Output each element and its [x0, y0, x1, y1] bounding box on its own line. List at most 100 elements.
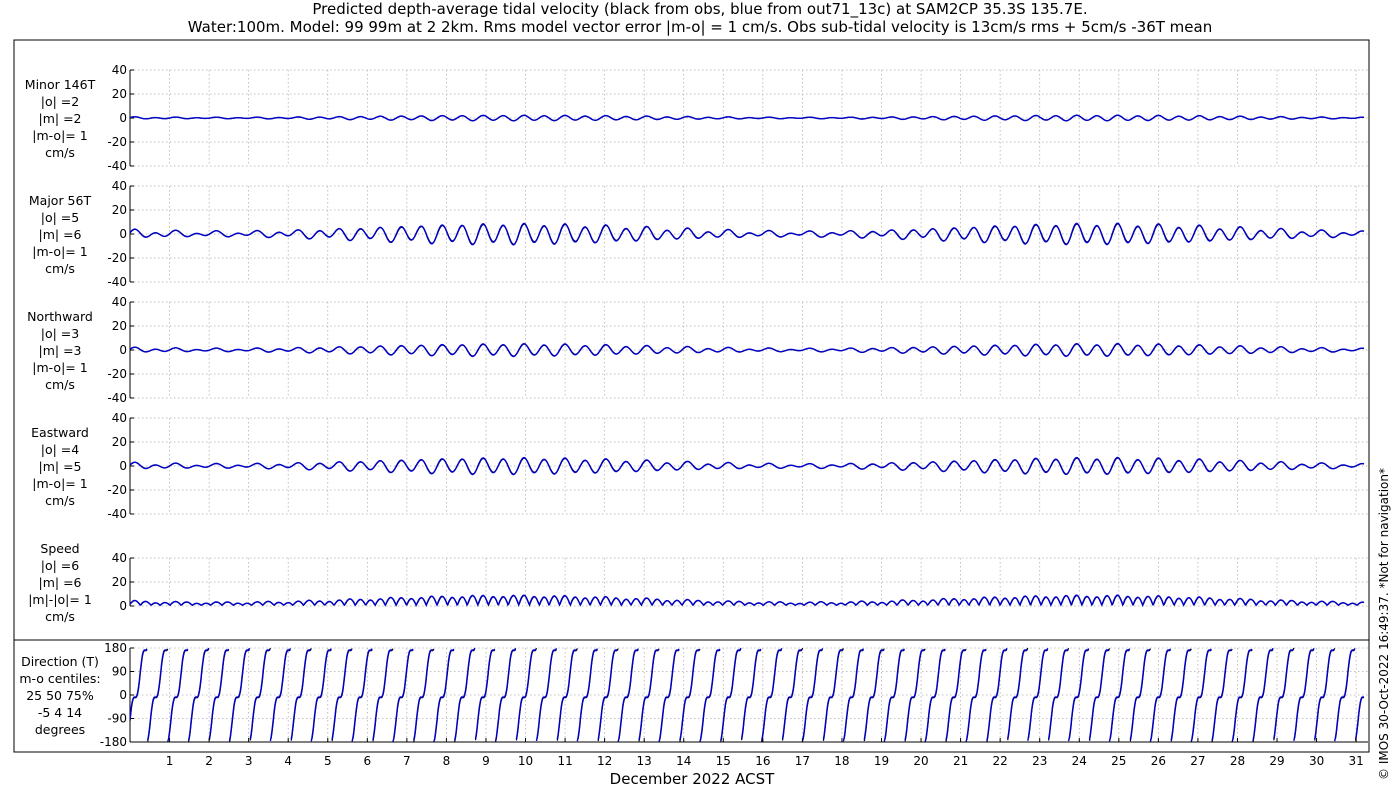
- panel-speed-ytick-label-2: 0: [119, 599, 127, 613]
- panel-northward-label-line-1: |o| =3: [41, 326, 79, 341]
- panel-direction-model-line-15: [433, 648, 455, 743]
- panel-northward-label-line-4: cm/s: [45, 377, 75, 392]
- x-tick-label-1: 1: [166, 754, 174, 768]
- panel-major-label-line-3: |m-o|= 1: [32, 244, 87, 259]
- panel-minor-label-line-4: cm/s: [45, 145, 75, 160]
- x-tick-label-4: 4: [284, 754, 292, 768]
- panel-direction-model-line-19: [515, 648, 537, 740]
- x-tick-label-20: 20: [913, 754, 928, 768]
- panel-major-label-line-4: cm/s: [45, 261, 75, 276]
- panel-direction-model-line-16: [454, 647, 476, 741]
- panel-major-ytick-label-2: 0: [119, 227, 127, 241]
- panel-eastward-ytick-label-1: 20: [112, 435, 127, 449]
- panel-eastward-label-line-3: |m-o|= 1: [32, 476, 87, 491]
- panel-northward-ytick-label-3: -20: [107, 367, 127, 381]
- x-tick-label-17: 17: [795, 754, 810, 768]
- x-tick-label-26: 26: [1151, 754, 1166, 768]
- panel-northward-label-line-2: |m| =3: [39, 343, 82, 358]
- panel-direction-model-line-30: [740, 648, 762, 739]
- x-tick-label-10: 10: [518, 754, 533, 768]
- panel-minor-label-line-3: |m-o|= 1: [32, 128, 87, 143]
- panel-speed-label-line-1: |o| =6: [41, 558, 80, 573]
- x-tick-label-11: 11: [557, 754, 572, 768]
- panel-direction-model-line-34: [822, 648, 844, 740]
- tidal-velocity-figure: 40200-20-40Minor 146T|o| =2|m| =2|m-o|= …: [13, 39, 1391, 788]
- panel-northward-ytick-label-2: 0: [119, 343, 127, 357]
- panel-direction-model-line-45: [1047, 648, 1069, 740]
- panel-direction-model-line-21: [556, 648, 578, 740]
- panel-northward: 40 20 0 -20 -40 Northward |o| =3 |m| =3 |m-o|= 1…: [27, 295, 1368, 405]
- panel-speed: 40 20 0 Speed |o| =6 |m| =6 |m|-|o|= 1 cm/s: [28, 541, 1368, 624]
- panel-northward-ytick-label-0: 40: [112, 295, 127, 309]
- panel-direction-model-line-59: [1334, 648, 1356, 742]
- x-tick-label-14: 14: [676, 754, 691, 768]
- x-tick-label-22: 22: [993, 754, 1008, 768]
- x-tick-label-6: 6: [363, 754, 371, 768]
- panel-direction-model-line-38: [904, 649, 925, 741]
- panel-direction-label-line-4: degrees: [35, 722, 85, 737]
- x-tick-label-19: 19: [874, 754, 889, 768]
- panel-eastward-ytick-label-0: 40: [112, 411, 127, 425]
- panel-eastward-label-line-0: Eastward: [31, 425, 89, 440]
- x-tick-label-7: 7: [403, 754, 411, 768]
- panel-minor-ytick-label-3: -20: [107, 135, 127, 149]
- panel-direction-model-line-5: [228, 647, 251, 741]
- panel-minor-label-line-2: |m| =2: [39, 111, 82, 126]
- panel-eastward-ytick-label-3: -20: [107, 483, 127, 497]
- panel-speed-ytick-label-1: 20: [112, 575, 127, 589]
- panel-minor-label-line-1: |o| =2: [41, 94, 79, 109]
- panel-minor-ytick-label-4: -40: [107, 159, 127, 173]
- panel-speed-label-line-0: Speed: [40, 541, 79, 556]
- panel-speed-label-line-4: cm/s: [45, 609, 75, 624]
- panel-direction-model-line-33: [801, 648, 824, 742]
- panel-direction-ytick-label-2: 0: [119, 688, 127, 702]
- panel-major-label-line-2: |m| =6: [39, 227, 82, 242]
- x-tick-label-29: 29: [1269, 754, 1284, 768]
- x-tick-label-13: 13: [637, 754, 652, 768]
- panel-major: 40 20 0 -20 -40 Major 56T |o| =5 |m| =6 |m-o|= 1…: [29, 179, 1368, 289]
- panel-major-ytick-label-0: 40: [112, 179, 127, 193]
- panel-direction-model-line-0: [129, 648, 148, 720]
- x-tick-label-31: 31: [1348, 754, 1363, 768]
- panel-direction-model-line-12: [372, 648, 393, 741]
- panel-direction-model-line-8: [290, 648, 311, 740]
- panel-northward-ytick-label-4: -40: [107, 391, 127, 405]
- panel-direction-model-line-42: [986, 647, 1008, 741]
- panel-direction: 180 90 0 -90 -180 Direction (T) m-o centiles: 2…: [19, 641, 1368, 749]
- x-tick-label-2: 2: [205, 754, 213, 768]
- panel-direction-model-line-58: [1314, 648, 1335, 740]
- panel-direction-label-line-0: Direction (T): [21, 654, 99, 669]
- x-tick-label-16: 16: [755, 754, 770, 768]
- panel-minor-ytick-label-1: 20: [112, 87, 127, 101]
- x-tick-label-27: 27: [1190, 754, 1205, 768]
- panel-direction-model-line-55: [1252, 647, 1274, 741]
- panel-direction-model-line-32: [781, 648, 803, 740]
- panel-northward-label-line-0: Northward: [27, 309, 93, 324]
- x-tick-label-23: 23: [1032, 754, 1047, 768]
- panel-major-label-line-1: |o| =5: [41, 210, 79, 225]
- panel-direction-model-line-6: [249, 648, 271, 740]
- x-tick-label-12: 12: [597, 754, 612, 768]
- panel-eastward-label-line-2: |m| =5: [39, 459, 82, 474]
- panel-direction-ytick-label-0: 180: [104, 641, 127, 655]
- x-tick-label-8: 8: [443, 754, 451, 768]
- x-tick-label-9: 9: [482, 754, 490, 768]
- panel-minor-ytick-label-0: 40: [112, 63, 127, 77]
- panel-direction-model-line-29: [720, 647, 742, 741]
- panel-direction-label-line-3: -5 4 14: [38, 705, 82, 720]
- panel-minor: 40 20 0 -20 -40 Minor 146T |o| =2 |m| =2 |m-o|= …: [25, 63, 1368, 173]
- panel-major-ytick-label-4: -40: [107, 275, 127, 289]
- panel-direction-model-line-10: [331, 648, 352, 740]
- panel-direction-label-line-1: m-o centiles:: [19, 671, 100, 686]
- panel-direction-model-line-31: [761, 648, 783, 741]
- panel-direction-label-line-2: 25 50 75%: [26, 688, 94, 703]
- panel-direction-model-line-46: [1067, 648, 1090, 742]
- x-tick-label-25: 25: [1111, 754, 1126, 768]
- panel-direction-model-line-17: [474, 648, 496, 739]
- panel-eastward: 40 20 0 -20 -40 Eastward |o| =4 |m| =5 |m-o|= 1 c…: [31, 411, 1368, 521]
- panel-direction-model-line-47: [1088, 648, 1110, 740]
- panel-minor-ytick-label-2: 0: [119, 111, 127, 125]
- panel-direction-ytick-label-3: -90: [107, 712, 127, 726]
- panel-speed-model-line: [129, 594, 1365, 608]
- x-tick-label-15: 15: [716, 754, 731, 768]
